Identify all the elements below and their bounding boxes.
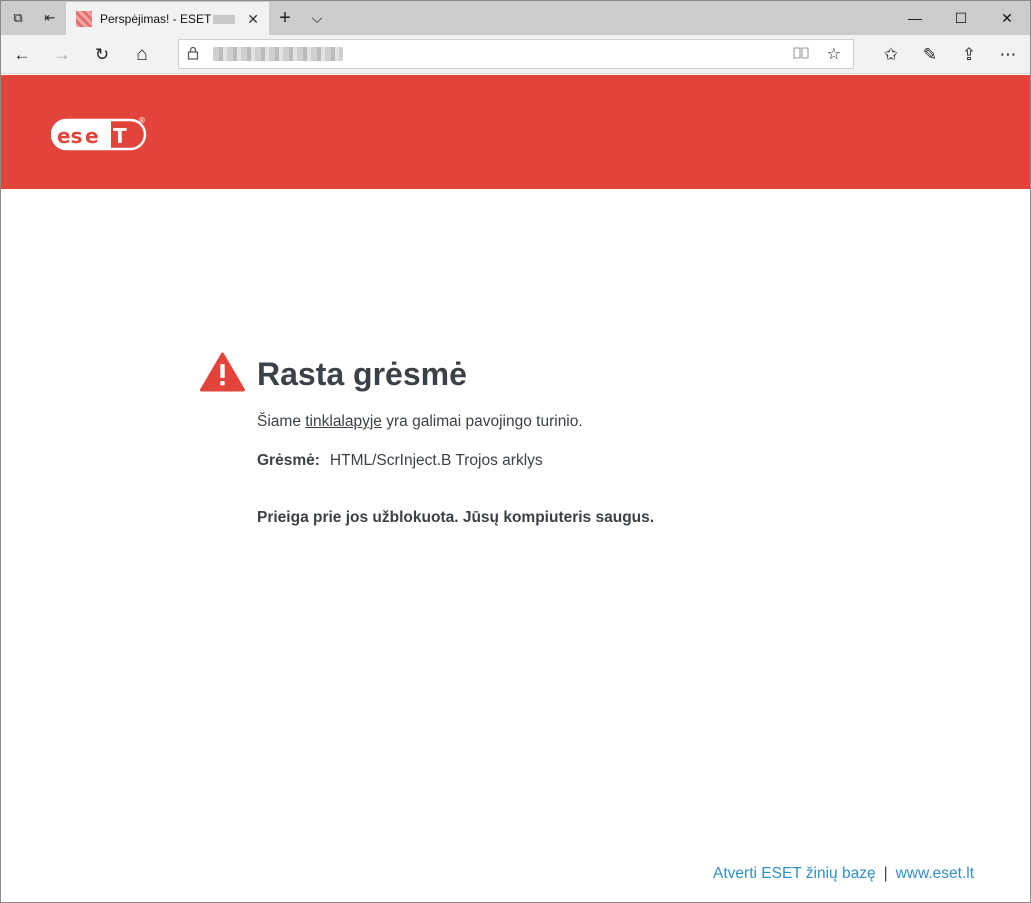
back-icon[interactable]: ←: [3, 35, 41, 74]
lock-icon: [187, 46, 199, 63]
threat-label: Grėsmė:: [257, 452, 320, 469]
refresh-icon[interactable]: ↻: [83, 35, 121, 74]
tab-favicon-icon: [76, 10, 92, 27]
tab-title: Perspėjimas! - ESET: [100, 12, 236, 26]
knowledge-base-link[interactable]: Atverti ESET žinių bazę: [713, 865, 876, 882]
alert-description: Šiame tinklalapyje yra galimai pavojingo…: [257, 413, 583, 430]
add-notes-icon[interactable]: ✎: [911, 35, 949, 74]
eset-website-link[interactable]: www.eset.lt: [896, 865, 974, 882]
show-tabs-aside-icon[interactable]: ⇤: [35, 1, 65, 35]
home-icon[interactable]: ⌂: [123, 35, 161, 74]
new-tab-icon[interactable]: +: [270, 1, 300, 35]
set-tabs-aside-icon[interactable]: ⧉: [3, 1, 33, 35]
favorites-hub-icon[interactable]: ✩: [872, 35, 910, 74]
reading-view-icon[interactable]: [793, 46, 809, 63]
webpage-link[interactable]: tinklalapyje: [305, 413, 382, 430]
eset-header: es e T ®: [1, 75, 1030, 189]
more-icon[interactable]: ⋯: [989, 35, 1027, 74]
browser-window: ⧉ ⇤ Perspėjimas! - ESET ✕ + ⌵ — ☐ ✕ ← → …: [0, 0, 1031, 903]
navigation-bar: ← → ↻ ⌂ ☆ ✩ ✎ ⇪ ⋯: [1, 35, 1030, 74]
maximize-icon[interactable]: ☐: [938, 1, 984, 35]
tab-close-icon[interactable]: ✕: [247, 11, 259, 28]
eset-logo: es e T ®: [50, 115, 151, 156]
footer-links: Atverti ESET žinių bazę | www.eset.lt: [713, 865, 974, 883]
blocked-message: Prieiga prie jos užblokuota. Jūsų kompiu…: [257, 509, 655, 526]
footer-separator: |: [883, 865, 888, 882]
tab-active[interactable]: Perspėjimas! - ESET ✕: [66, 2, 269, 35]
close-window-icon[interactable]: ✕: [984, 1, 1030, 35]
svg-text:®: ®: [138, 116, 146, 125]
warning-triangle-icon: [200, 352, 245, 397]
threat-name: HTML/ScrInject.B Trojos arklys: [329, 452, 543, 469]
address-bar[interactable]: ☆: [178, 39, 854, 69]
favorite-star-icon[interactable]: ☆: [827, 44, 841, 64]
svg-text:e: e: [85, 124, 99, 148]
alert-title: Rasta grėsmė: [257, 356, 467, 392]
svg-text:es: es: [57, 124, 82, 148]
tab-list-icon[interactable]: ⌵: [302, 1, 332, 35]
svg-text:T: T: [113, 124, 127, 148]
minimize-icon[interactable]: —: [892, 1, 938, 35]
share-icon[interactable]: ⇪: [950, 35, 988, 74]
forward-icon[interactable]: →: [43, 35, 81, 74]
tab-strip: ⧉ ⇤ Perspėjimas! - ESET ✕ + ⌵ — ☐ ✕: [1, 1, 1030, 35]
address-input[interactable]: [213, 47, 343, 61]
threat-info: Grėsmė: HTML/ScrInject.B Trojos arklys: [257, 452, 543, 470]
